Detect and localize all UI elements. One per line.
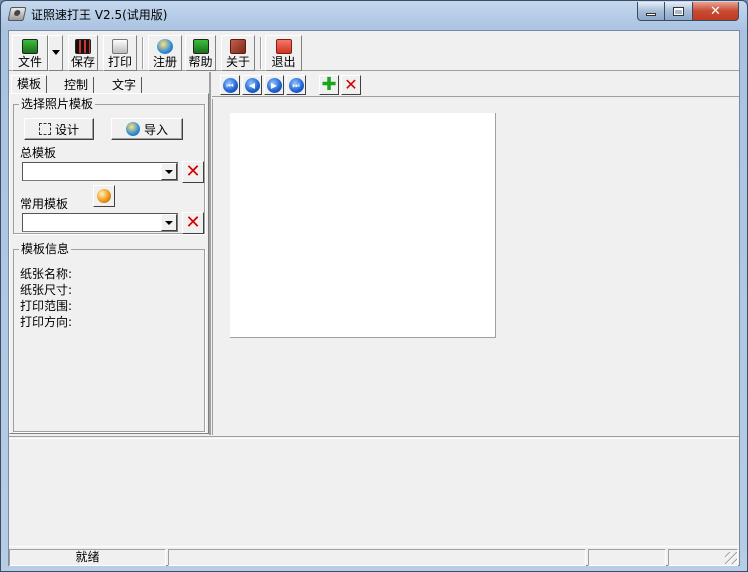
print-range-label: 打印范围: — [20, 299, 73, 313]
client-area: 文件 保存 打印 注册 帮助 关于 退出 模板 控制 文字 选择照片模板 设计 … — [8, 30, 740, 566]
first-icon: ⏮ — [222, 77, 238, 93]
window-title: 证照速打王 V2.5(试用版) — [31, 8, 168, 22]
crop-icon — [38, 123, 51, 135]
common-template-label: 常用模板 — [20, 197, 69, 211]
about-label: 关于 — [225, 55, 250, 69]
next-page-button[interactable]: ▶ — [264, 75, 284, 95]
master-template-select[interactable] — [22, 162, 178, 181]
globe-icon — [125, 122, 140, 136]
toolbar: 文件 保存 打印 注册 帮助 关于 退出 — [9, 31, 739, 71]
title-bar[interactable]: 证照速打王 V2.5(试用版) ✕ — [1, 1, 747, 28]
register-label: 注册 — [152, 55, 177, 69]
close-icon: ✕ — [710, 3, 721, 19]
camera-help-icon — [192, 39, 209, 54]
maximize-icon — [673, 6, 684, 16]
print-button[interactable]: 打印 — [103, 35, 137, 71]
common-template-select[interactable] — [22, 213, 178, 232]
master-template-label: 总模板 — [20, 146, 57, 160]
delete-common-button[interactable]: ✕ — [182, 212, 204, 234]
orange-orb-icon — [97, 189, 111, 203]
navigation-bar: ⏮ ◀ ▶ ⏭ ✚ ✕ — [212, 73, 739, 97]
delete-icon: ✕ — [185, 212, 201, 233]
file-dropdown-button[interactable] — [48, 35, 63, 71]
add-common-template-button[interactable] — [93, 185, 115, 207]
delete-button[interactable]: ✕ — [341, 75, 361, 95]
previous-page-button[interactable]: ◀ — [242, 75, 262, 95]
import-button[interactable]: 导入 — [111, 118, 183, 140]
globe-icon — [157, 39, 173, 54]
previous-icon: ◀ — [244, 77, 260, 93]
paper-name-label: 纸张名称: — [20, 267, 73, 281]
left-panel: 模板 控制 文字 选择照片模板 设计 导入 总模板 ✕ 常用模板 ✕ 模板信息 … — [9, 72, 211, 435]
about-button[interactable]: 关于 — [221, 35, 255, 71]
add-button[interactable]: ✚ — [319, 75, 339, 95]
tab-strip: 模板 控制 文字 — [9, 74, 209, 94]
chevron-down-icon[interactable] — [161, 163, 177, 180]
close-button[interactable]: ✕ — [693, 2, 739, 21]
tab-text[interactable]: 文字 — [107, 77, 143, 94]
app-window: 证照速打王 V2.5(试用版) ✕ 文件 保存 打印 注册 帮助 关于 退出 模… — [0, 0, 748, 572]
printer-icon — [112, 39, 128, 54]
minimize-button[interactable] — [637, 2, 665, 21]
status-panel-2 — [168, 549, 586, 566]
help-label: 帮助 — [188, 55, 213, 69]
chevron-down-icon[interactable] — [161, 214, 177, 231]
paper-preview[interactable] — [230, 113, 496, 338]
first-page-button[interactable]: ⏮ — [220, 75, 240, 95]
status-panel-3 — [588, 549, 666, 566]
toolbar-separator — [260, 37, 262, 69]
maximize-button[interactable] — [665, 2, 693, 21]
last-page-button[interactable]: ⏭ — [286, 75, 306, 95]
power-icon — [275, 39, 292, 54]
select-template-group: 选择照片模板 设计 导入 总模板 ✕ 常用模板 ✕ — [13, 97, 205, 234]
save-label: 保存 — [70, 55, 95, 69]
select-template-title: 选择照片模板 — [19, 97, 96, 111]
plus-icon: ✚ — [321, 74, 337, 95]
print-label: 打印 — [107, 55, 132, 69]
last-icon: ⏭ — [288, 77, 304, 93]
design-label: 设计 — [54, 122, 79, 137]
next-icon: ▶ — [266, 77, 282, 93]
file-label: 文件 — [17, 55, 42, 69]
print-orientation-label: 打印方向: — [20, 315, 73, 329]
box-icon — [230, 39, 246, 54]
design-button[interactable]: 设计 — [24, 118, 94, 140]
app-icon — [7, 7, 27, 21]
template-info-group: 模板信息 纸张名称: 纸张尺寸: 打印范围: 打印方向: — [13, 242, 205, 432]
delete-master-button[interactable]: ✕ — [182, 161, 204, 183]
tab-template[interactable]: 模板 — [11, 75, 48, 94]
help-button[interactable]: 帮助 — [185, 35, 216, 71]
film-icon — [75, 39, 91, 54]
status-ready: 就绪 — [9, 549, 166, 566]
status-bar: 就绪 — [9, 546, 739, 566]
template-tab-page: 选择照片模板 设计 导入 总模板 ✕ 常用模板 ✕ 模板信息 纸张名称: 纸张尺… — [9, 93, 209, 434]
import-label: 导入 — [143, 122, 168, 137]
bottom-panel — [9, 439, 739, 545]
delete-icon: ✕ — [344, 75, 358, 94]
camera-icon — [22, 39, 38, 54]
tab-control[interactable]: 控制 — [59, 77, 95, 94]
exit-button[interactable]: 退出 — [265, 35, 302, 71]
toolbar-separator — [142, 37, 144, 69]
save-button[interactable]: 保存 — [68, 35, 98, 71]
minimize-icon — [646, 12, 656, 16]
canvas-area — [212, 99, 739, 435]
file-button[interactable]: 文件 — [12, 35, 48, 71]
template-info-title: 模板信息 — [19, 242, 72, 256]
resize-grip[interactable] — [725, 552, 737, 564]
exit-label: 退出 — [271, 55, 296, 69]
paper-size-label: 纸张尺寸: — [20, 283, 73, 297]
delete-icon: ✕ — [185, 161, 201, 182]
register-button[interactable]: 注册 — [148, 35, 182, 71]
